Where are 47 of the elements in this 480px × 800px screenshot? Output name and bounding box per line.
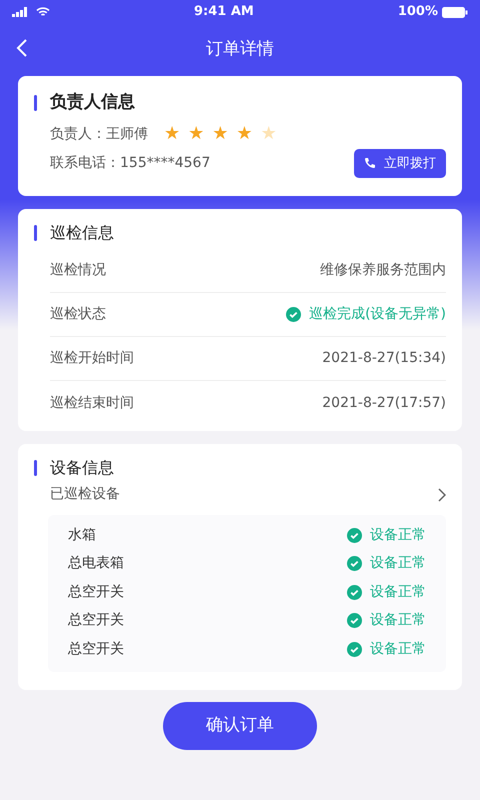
check-icon <box>347 556 362 572</box>
chevron-icon <box>438 488 446 502</box>
check-icon <box>286 307 302 322</box>
device-status: 设备正常 <box>370 554 426 574</box>
device-status: 设备正常 <box>370 611 426 630</box>
wifi-icon <box>36 7 50 17</box>
phone-icon <box>364 157 376 170</box>
device-name: 总电表箱 <box>68 554 124 574</box>
check-icon <box>347 584 362 600</box>
section-title: 巡检信息 <box>50 222 114 244</box>
call-button[interactable]: 立即拨打 <box>354 148 446 178</box>
phone-number: 155****4567 <box>120 154 210 171</box>
row-value: 2021-8-27(17:57) <box>322 394 446 412</box>
star-icon: ★ <box>212 125 228 143</box>
phone-label: 联系电话： <box>50 154 120 171</box>
back-icon[interactable] <box>16 38 28 58</box>
device-status: 设备正常 <box>370 582 426 602</box>
check-icon <box>347 528 362 543</box>
device-name: 总空开关 <box>68 611 124 630</box>
row-label: 巡检结束时间 <box>50 394 134 412</box>
battery-icon <box>442 6 468 18</box>
device-name: 总空开关 <box>68 582 124 602</box>
row-label: 巡检情况 <box>50 261 106 280</box>
row-label: 巡检状态 <box>50 305 106 324</box>
device-name: 总空开关 <box>68 640 124 659</box>
check-icon <box>347 642 362 657</box>
device-name: 水箱 <box>68 526 96 545</box>
check-icon <box>347 613 362 628</box>
row-value: 2021-8-27(15:34) <box>322 349 446 368</box>
device-status: 设备正常 <box>370 526 426 545</box>
star-icon: ★ <box>188 125 204 143</box>
person-name: 王师傅 <box>106 124 148 144</box>
person-label: 负责人： <box>50 124 106 144</box>
page-title: 订单详情 <box>206 38 274 62</box>
row-value: 维修保养服务范围内 <box>320 261 446 280</box>
star-icon: ★ <box>260 125 277 143</box>
confirm-button[interactable]: 确认订单 <box>163 702 317 750</box>
status-time: 9:41 AM <box>194 3 254 22</box>
section-title: 负责人信息 <box>50 91 135 114</box>
row-label: 巡检开始时间 <box>50 349 134 368</box>
section-title: 设备信息 <box>50 457 114 479</box>
status-value: 巡检完成(设备无异常) <box>309 305 446 324</box>
device-status: 设备正常 <box>370 640 426 659</box>
star-icon: ★ <box>236 125 253 143</box>
device-link[interactable]: 已巡检设备 <box>50 484 446 505</box>
battery-percent: 100% <box>398 3 438 22</box>
star-icon: ★ <box>164 125 180 143</box>
